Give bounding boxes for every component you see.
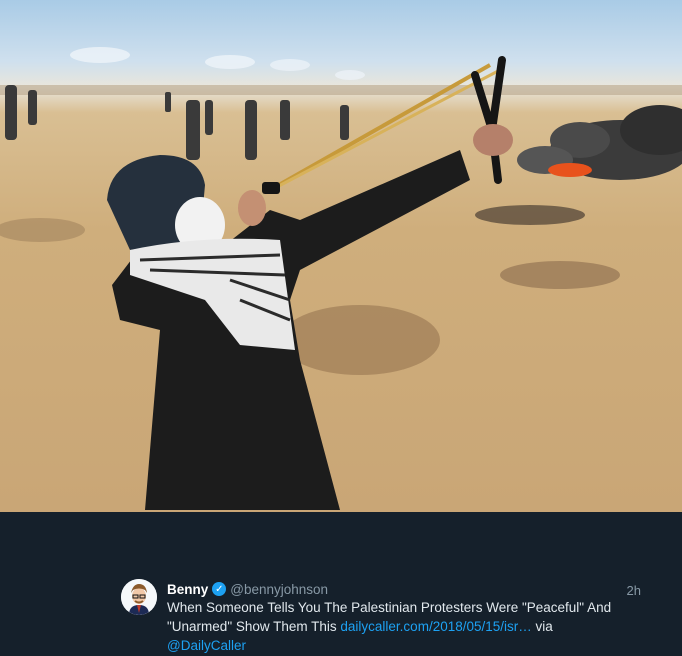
author-handle[interactable]: @bennyjohnson: [230, 580, 328, 599]
verified-badge-icon: ✓: [212, 582, 227, 596]
tweet-content: Benny ✓ @bennyjohnson 2h When Someone Te…: [167, 580, 641, 655]
tweet-link[interactable]: dailycaller.com/2018/05/15/isr…: [340, 619, 531, 634]
smoke-cloud: [517, 105, 682, 180]
tweet-photo[interactable]: [0, 0, 682, 512]
background-people: [5, 85, 349, 160]
fire: [548, 163, 592, 177]
photo-illustration: [0, 47, 682, 510]
tweet-header: Benny ✓ @bennyjohnson 2h: [167, 580, 641, 599]
author-name[interactable]: Benny: [167, 580, 208, 599]
avatar[interactable]: [121, 579, 157, 615]
tweet-timestamp[interactable]: 2h: [627, 581, 641, 600]
tweet-text-part2: via: [531, 619, 553, 634]
tweet-text: When Someone Tells You The Palestinian P…: [167, 598, 627, 655]
avatar-portrait-icon: [121, 579, 157, 615]
mention-link[interactable]: @DailyCaller: [167, 638, 246, 653]
